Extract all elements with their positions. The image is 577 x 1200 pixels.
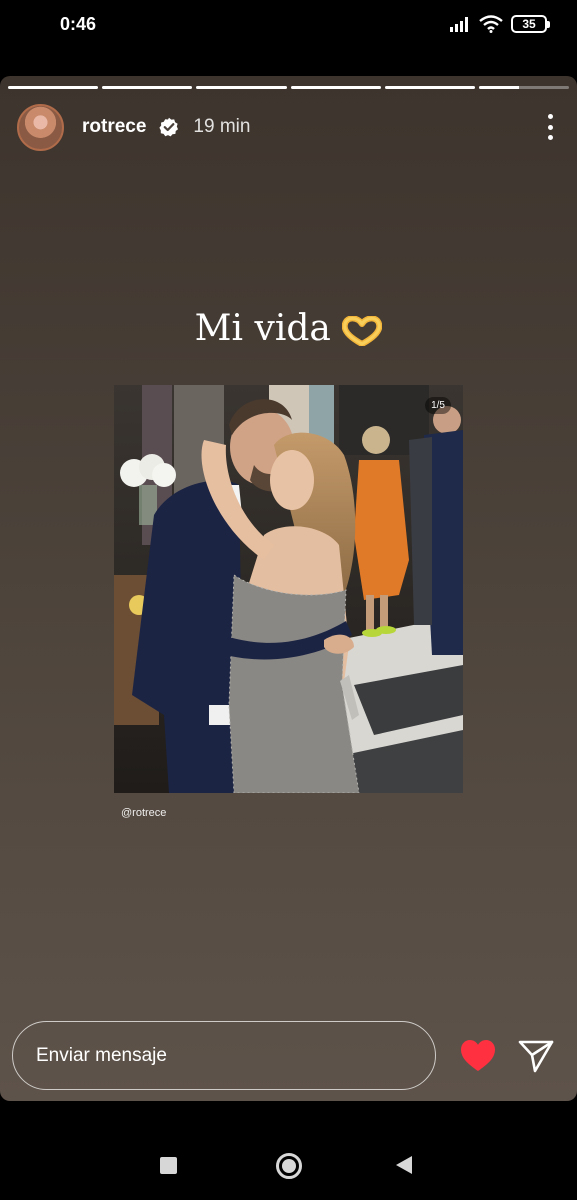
wifi-icon (479, 15, 503, 33)
story-time-ago: 19 min (193, 116, 251, 137)
recents-icon[interactable] (160, 1157, 177, 1174)
status-bar: 0:46 35 (0, 0, 577, 54)
status-icons: 35 (449, 15, 550, 33)
more-options-icon[interactable] (540, 112, 560, 142)
story-viewer[interactable]: rotrece 19 min Mi vida 1/5 @rotrece Envi… (0, 76, 577, 1101)
signal-icon (450, 17, 468, 32)
post-counter-badge: 1/5 (425, 397, 451, 414)
story-progress-fill (196, 86, 287, 89)
username[interactable]: rotrece (82, 116, 146, 138)
story-progress-segment (8, 86, 99, 89)
battery-icon: 35 (511, 15, 550, 33)
verified-badge-icon (159, 117, 179, 137)
heart-hands-icon (342, 316, 383, 346)
shared-post-image[interactable]: 1/5 (114, 385, 463, 793)
send-message-input[interactable]: Enviar mensaje (12, 1021, 436, 1090)
story-progress-fill (290, 86, 381, 89)
status-time: 0:46 (60, 14, 97, 34)
story-progress-bar (8, 86, 570, 90)
story-caption: Mi vida (0, 308, 577, 349)
story-progress-segment (196, 86, 287, 89)
send-message-placeholder: Enviar mensaje (36, 1044, 167, 1066)
back-icon[interactable] (396, 1156, 412, 1174)
story-header: rotrece 19 min (17, 103, 560, 151)
story-progress-segment (384, 86, 475, 89)
home-icon[interactable] (276, 1153, 302, 1179)
system-nav-bar (0, 1101, 577, 1200)
story-progress-fill (478, 86, 520, 89)
send-icon[interactable] (518, 1038, 554, 1074)
post-handle[interactable]: @rotrece (121, 807, 166, 819)
caption-text: Mi vida (194, 308, 331, 349)
story-progress-fill (8, 86, 99, 89)
avatar[interactable] (17, 103, 64, 151)
story-progress-fill (102, 86, 193, 89)
story-progress-segment (290, 86, 381, 89)
couple-photo (114, 385, 463, 793)
story-progress-segment (102, 86, 193, 89)
battery-level: 35 (522, 17, 536, 31)
story-progress-segment (478, 86, 570, 89)
heart-like-icon[interactable] (460, 1039, 496, 1073)
story-progress-fill (384, 86, 475, 89)
